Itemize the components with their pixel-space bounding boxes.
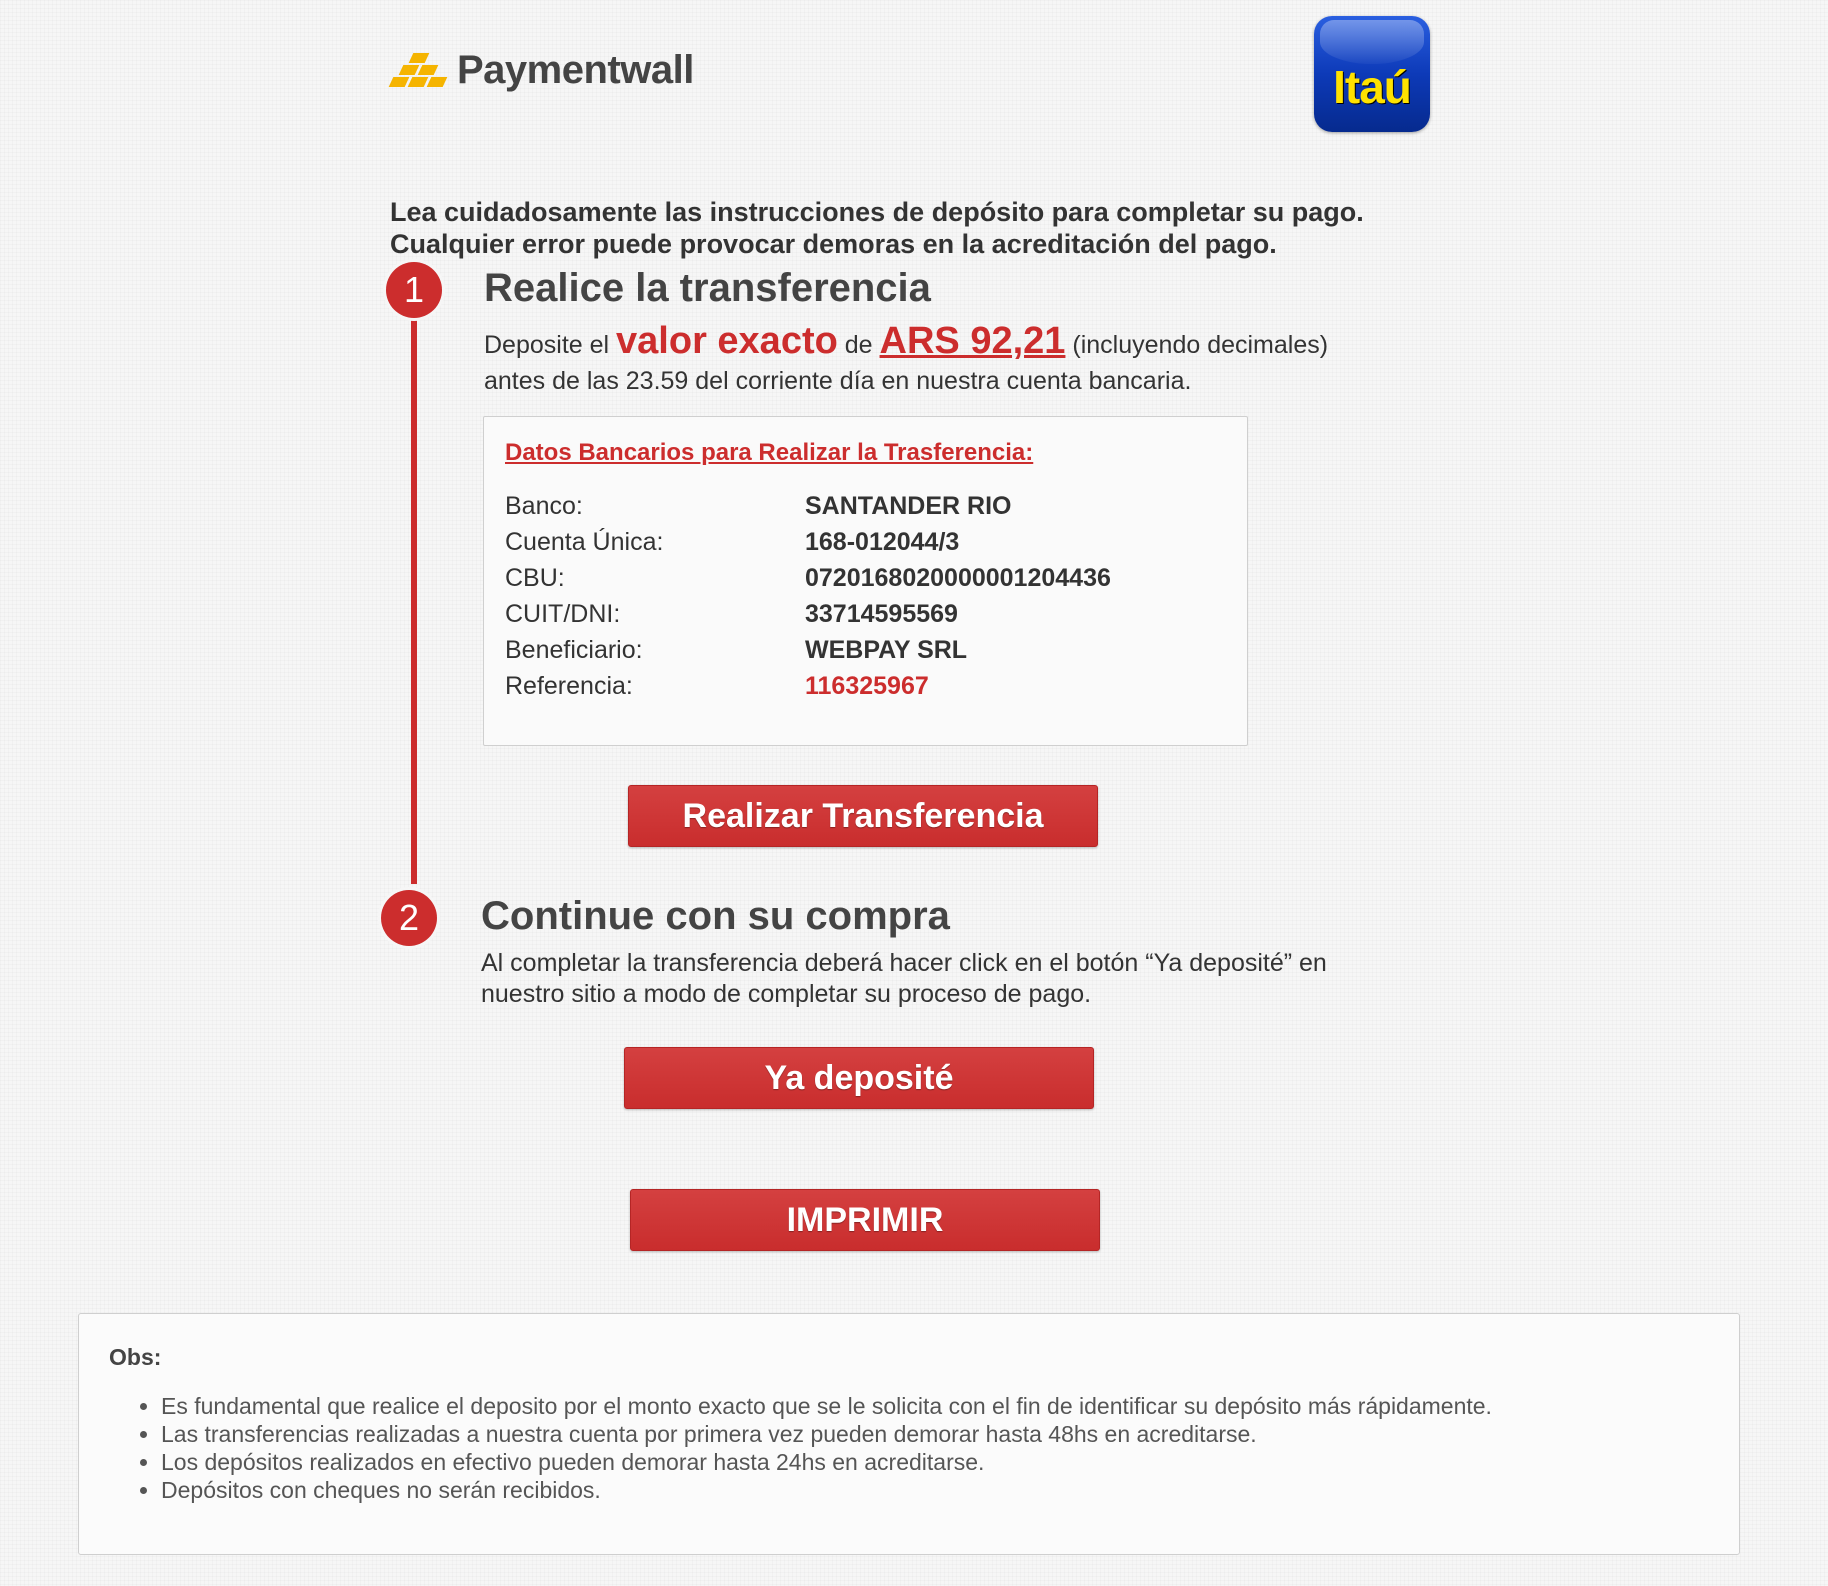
paymentwall-bars-icon (388, 52, 449, 89)
step-2-title: Continue con su compra (481, 894, 950, 938)
step-2-line-1: Al completar la transferencia deberá hac… (481, 949, 1327, 977)
ya-deposite-button[interactable]: Ya deposité (624, 1047, 1094, 1109)
amount-value: ARS 92,21 (879, 320, 1066, 362)
imprimir-button[interactable]: IMPRIMIR (630, 1189, 1100, 1251)
observations-title: Obs: (109, 1344, 162, 1370)
intro-text: Lea cuidadosamente las instrucciones de … (390, 196, 1364, 260)
list-item: Depósitos con cheques no serán recibidos… (161, 1476, 1492, 1504)
step-1-badge: 1 (386, 262, 442, 318)
exact-value-highlight: valor exacto (616, 320, 838, 362)
itau-logo: Itaú (1314, 16, 1430, 132)
intro-line-2: Cualquier error puede provocar demoras e… (390, 229, 1277, 259)
reference-number: 116325967 (805, 672, 929, 700)
bank-details-panel: Datos Bancarios para Realizar la Trasfer… (483, 416, 1248, 746)
paymentwall-logo: Paymentwall (388, 48, 694, 93)
step-1-instructions: Deposite el valor exacto de ARS 92,21 (i… (484, 320, 1329, 362)
observations-list: Es fundamental que realice el deposito p… (139, 1392, 1492, 1504)
bank-row-cuit: CUIT/DNI: 33714595569 (505, 600, 958, 628)
intro-line-1: Lea cuidadosamente las instrucciones de … (390, 197, 1364, 227)
list-item: Los depósitos realizados en efectivo pue… (161, 1448, 1492, 1476)
step-1-title: Realice la transferencia (484, 266, 931, 310)
paymentwall-logo-text: Paymentwall (457, 48, 694, 92)
bank-row-banco: Banco: SANTANDER RIO (505, 492, 1012, 520)
list-item: Las transferencias realizadas a nuestra … (161, 1420, 1492, 1448)
list-item: Es fundamental que realice el deposito p… (161, 1392, 1492, 1420)
step-2-line-2: nuestro sitio a modo de completar su pro… (481, 980, 1092, 1008)
observations-panel: Obs: Es fundamental que realice el depos… (78, 1313, 1740, 1555)
bank-row-referencia: Referencia: 116325967 (505, 672, 929, 700)
realizar-transferencia-button[interactable]: Realizar Transferencia (628, 785, 1098, 847)
steps-timeline (411, 292, 417, 884)
bank-row-cuenta: Cuenta Única: 168-012044/3 (505, 528, 960, 556)
step-2-badge: 2 (381, 890, 437, 946)
itau-logo-text: Itaú (1333, 61, 1412, 113)
step-1-deadline: antes de las 23.59 del corriente día en … (484, 367, 1192, 395)
bank-details-heading: Datos Bancarios para Realizar la Trasfer… (505, 439, 1034, 466)
bank-row-cbu: CBU: 0720168020000001204436 (505, 564, 1111, 592)
bank-row-beneficiario: Beneficiario: WEBPAY SRL (505, 636, 968, 664)
